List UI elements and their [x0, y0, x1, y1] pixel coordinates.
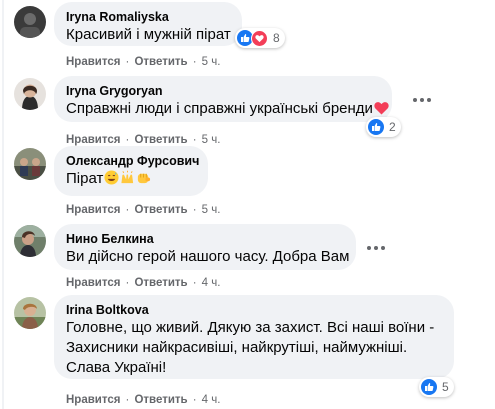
- comment-author[interactable]: Олександр Фурсович: [66, 153, 199, 169]
- comment-actions: Нравится · Ответить · 5 ч.: [66, 55, 221, 69]
- reactions-summary[interactable]: 8: [235, 28, 285, 48]
- reaction-count: 2: [389, 120, 396, 134]
- timestamp[interactable]: 4 ч.: [202, 393, 221, 407]
- timestamp[interactable]: 5 ч.: [202, 203, 221, 217]
- like-link[interactable]: Нравится: [66, 133, 120, 147]
- comment-text-line: Слава Україні!: [66, 359, 167, 376]
- timestamp[interactable]: 4 ч.: [202, 276, 221, 290]
- comment-author[interactable]: Irina Boltkova: [66, 302, 442, 318]
- timestamp[interactable]: 5 ч.: [202, 133, 221, 147]
- reply-link[interactable]: Ответить: [134, 393, 187, 407]
- comment-author[interactable]: Нино Белкина: [66, 231, 344, 247]
- like-icon: [368, 119, 384, 135]
- comment-author[interactable]: Iryna Romaliyska: [66, 9, 230, 25]
- reactions-summary[interactable]: 2: [366, 117, 401, 137]
- comment-actions: Нравится · Ответить · 5 ч.: [66, 203, 221, 217]
- comment-actions: Нравится · Ответить · 4 ч.: [66, 393, 221, 407]
- comment-text-line: Захисники найкрасивіші, найкрутіші, найм…: [66, 339, 408, 356]
- comment-bubble: Олександр Фурсович Пірат: [54, 146, 208, 196]
- avatar[interactable]: [14, 6, 46, 38]
- reply-link[interactable]: Ответить: [134, 55, 187, 69]
- reactions-summary[interactable]: 5: [419, 377, 454, 397]
- comment-bubble: Iryna Romaliyska Красивий і мужній пірат: [54, 2, 242, 46]
- avatar[interactable]: [14, 148, 46, 180]
- grinning-sweat-emoji: [104, 170, 119, 185]
- like-link[interactable]: Нравится: [66, 55, 120, 69]
- like-icon: [421, 379, 437, 395]
- comment-text: Ви дійсно герой нашого часу. Добра Вам: [66, 248, 350, 265]
- like-link[interactable]: Нравится: [66, 393, 120, 407]
- avatar[interactable]: [14, 78, 46, 110]
- comment-bubble: Iryna Grygoryan Справжні люди і справжні…: [54, 76, 392, 122]
- avatar[interactable]: [14, 297, 46, 329]
- avatar[interactable]: [14, 225, 46, 257]
- reply-link[interactable]: Ответить: [134, 276, 187, 290]
- raising-hands-emoji: [121, 170, 134, 184]
- red-heart-emoji: [374, 102, 389, 115]
- like-link[interactable]: Нравится: [66, 203, 120, 217]
- love-icon: [251, 29, 268, 47]
- reply-link[interactable]: Ответить: [134, 203, 187, 217]
- more-options-icon[interactable]: [410, 94, 434, 106]
- timestamp[interactable]: 5 ч.: [202, 55, 221, 69]
- comment-bubble: Нино Белкина Ви дійсно герой нашого часу…: [54, 224, 356, 270]
- comment-text: Пірат: [66, 169, 196, 189]
- fist-bump-emoji: [138, 173, 151, 184]
- reaction-count: 5: [442, 380, 449, 394]
- comment-text: Справжні люди і справжні українські брен…: [66, 99, 389, 119]
- comment-actions: Нравится · Ответить · 5 ч.: [66, 133, 221, 147]
- more-options-icon[interactable]: [364, 242, 388, 254]
- comment-actions: Нравится · Ответить · 4 ч.: [66, 276, 221, 290]
- like-link[interactable]: Нравится: [66, 276, 120, 290]
- comment-text: Красивий і мужній пірат: [66, 26, 231, 43]
- thread-line: [2, 0, 4, 409]
- comment-bubble: Irina Boltkova Головне, що живий. Дякую …: [54, 295, 454, 379]
- comment-author[interactable]: Iryna Grygoryan: [66, 83, 380, 99]
- reply-link[interactable]: Ответить: [134, 133, 187, 147]
- reaction-count: 8: [273, 31, 280, 45]
- comment-text-line: Головне, що живий. Дякую за захист. Всі …: [66, 319, 435, 336]
